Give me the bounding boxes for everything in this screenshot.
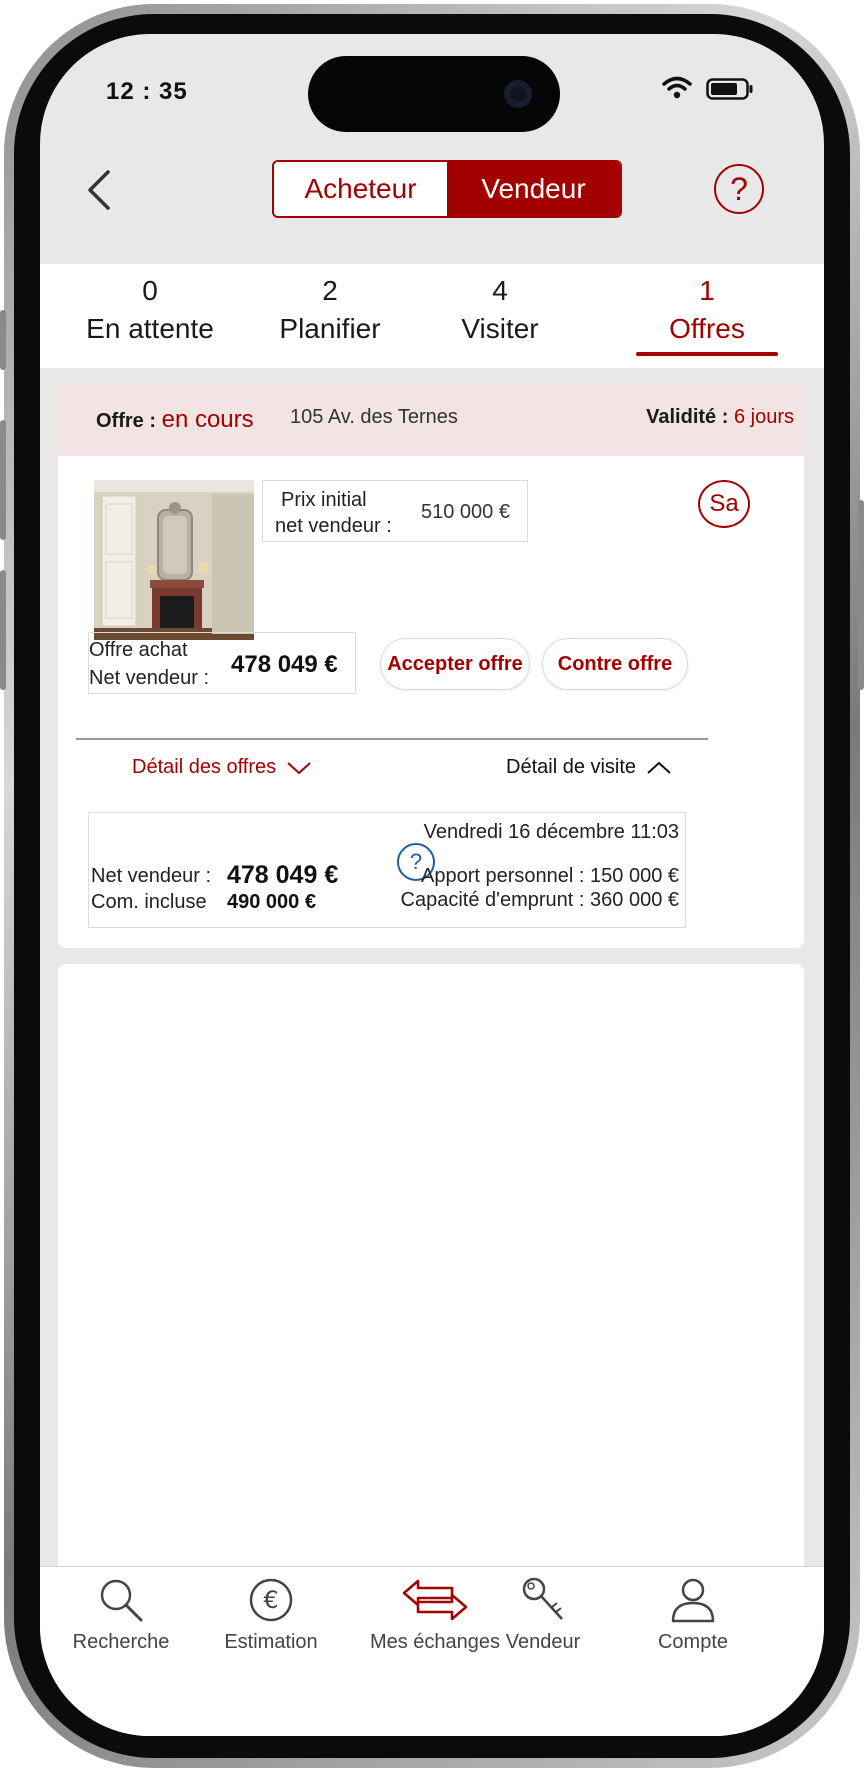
tab-count: 0 xyxy=(142,275,158,306)
detail-capacite: Capacité d'emprunt : 360 000 € xyxy=(400,889,679,911)
front-camera xyxy=(504,80,532,108)
role-segmented-control[interactable]: Acheteur Vendeur xyxy=(272,160,622,218)
initial-price-box: Prix initial net vendeur : 510 000 € xyxy=(262,480,528,542)
detail-com-label: Com. incluse xyxy=(91,891,207,913)
nav-compte[interactable]: Compte xyxy=(618,1575,768,1654)
purchase-offer-label: Offre achat xyxy=(89,639,188,661)
divider xyxy=(76,738,708,740)
key-icon xyxy=(522,1577,563,1620)
volume-up-button xyxy=(0,420,6,540)
volume-down-button xyxy=(0,570,6,690)
nav-vendeur[interactable]: Vendeur xyxy=(468,1575,618,1654)
nav-label: Recherche xyxy=(72,1631,170,1653)
buyer-avatar[interactable]: Sa xyxy=(698,480,750,528)
initial-price-value: 510 000 € xyxy=(421,501,510,523)
purchase-offer-box: Offre achat Net vendeur : 478 049 € xyxy=(88,632,356,694)
segment-vendeur[interactable]: Vendeur xyxy=(447,162,620,216)
dynamic-island xyxy=(308,56,560,132)
detail-net-label: Net vendeur : xyxy=(91,865,212,887)
nav-label: Vendeur xyxy=(505,1631,581,1653)
screen: 12 : 35 Acheteur Vendeur ? 0 En attente … xyxy=(40,34,824,1736)
status-tabs: 0 En attente 2 Planifier 4 Visiter 1 Off… xyxy=(40,264,824,368)
tab-label: Visiter xyxy=(461,313,539,344)
counter-offer-button[interactable]: Contre offre xyxy=(542,638,688,690)
battery-icon xyxy=(706,78,753,100)
tab-label: En attente xyxy=(86,313,214,344)
help-button[interactable]: ? xyxy=(714,164,764,214)
mute-switch xyxy=(0,310,6,370)
tab-label: Offres xyxy=(669,313,745,344)
offer-status-label: Offre : en cours xyxy=(96,406,254,433)
svg-text:€: € xyxy=(263,1586,278,1614)
back-arrow-icon[interactable] xyxy=(84,168,116,212)
detail-offers-label: Détail des offres xyxy=(132,756,277,778)
purchase-offer-value: 478 049 € xyxy=(231,651,338,678)
offer-address: 105 Av. des Ternes xyxy=(290,406,458,428)
tab-planifier[interactable]: 2 Planifier xyxy=(260,274,400,350)
chevron-down-icon xyxy=(287,761,311,774)
tab-count: 4 xyxy=(492,275,508,306)
property-photo[interactable] xyxy=(94,480,254,640)
nav-label: Estimation xyxy=(224,1631,318,1653)
segment-acheteur[interactable]: Acheteur xyxy=(274,162,447,216)
detail-apport: Apport personnel : 150 000 € xyxy=(421,865,679,887)
detail-offers-toggle[interactable]: Détail des offres xyxy=(132,756,312,779)
power-button xyxy=(858,500,864,690)
tab-offres[interactable]: 1 Offres xyxy=(636,274,778,350)
tab-count: 2 xyxy=(322,275,338,306)
exchange-icon xyxy=(402,1579,468,1621)
offer-status-value: en cours xyxy=(161,406,254,433)
nav-estimation[interactable]: € Estimation xyxy=(196,1575,346,1654)
detail-net-value: 478 049 € xyxy=(227,861,339,889)
offer-validity-value: 6 jours xyxy=(733,406,794,428)
property-photo-image xyxy=(94,480,254,640)
tab-en-attente[interactable]: 0 En attente xyxy=(70,274,230,350)
offer-card-header: Offre : en cours 105 Av. des Ternes Vali… xyxy=(58,384,804,456)
active-tab-underline xyxy=(636,352,778,356)
chevron-up-icon xyxy=(647,761,671,774)
tab-label: Planifier xyxy=(279,313,381,344)
nav-recherche[interactable]: Recherche xyxy=(46,1575,196,1654)
tab-visiter[interactable]: 4 Visiter xyxy=(430,274,570,350)
accept-offer-button[interactable]: Accepter offre xyxy=(380,638,530,690)
offer-detail-box: Vendredi 16 décembre 11:03 Net vendeur :… xyxy=(88,812,686,928)
user-icon xyxy=(671,1578,715,1623)
offer-card: Offre : en cours 105 Av. des Ternes Vali… xyxy=(58,384,804,948)
nav-label: Compte xyxy=(657,1631,729,1653)
offer-validity: Validité : 6 jours xyxy=(646,406,794,428)
bottom-navigation: Recherche € Estimation Mes échanges Vend… xyxy=(40,1566,824,1736)
search-icon xyxy=(100,1579,143,1622)
detail-date: Vendredi 16 décembre 11:03 xyxy=(423,821,679,843)
detail-visit-label: Détail de visite xyxy=(506,756,637,778)
initial-price-label-2: net vendeur : xyxy=(275,515,392,537)
tab-count: 1 xyxy=(699,275,715,306)
wifi-icon xyxy=(662,76,692,99)
detail-visit-toggle[interactable]: Détail de visite xyxy=(506,756,672,779)
detail-com-value: 490 000 € xyxy=(227,891,316,913)
purchase-offer-label-2: Net vendeur : xyxy=(89,667,210,689)
initial-price-label: Prix initial xyxy=(281,489,367,511)
status-time: 12 : 35 xyxy=(106,78,188,105)
euro-icon: € xyxy=(249,1578,293,1622)
